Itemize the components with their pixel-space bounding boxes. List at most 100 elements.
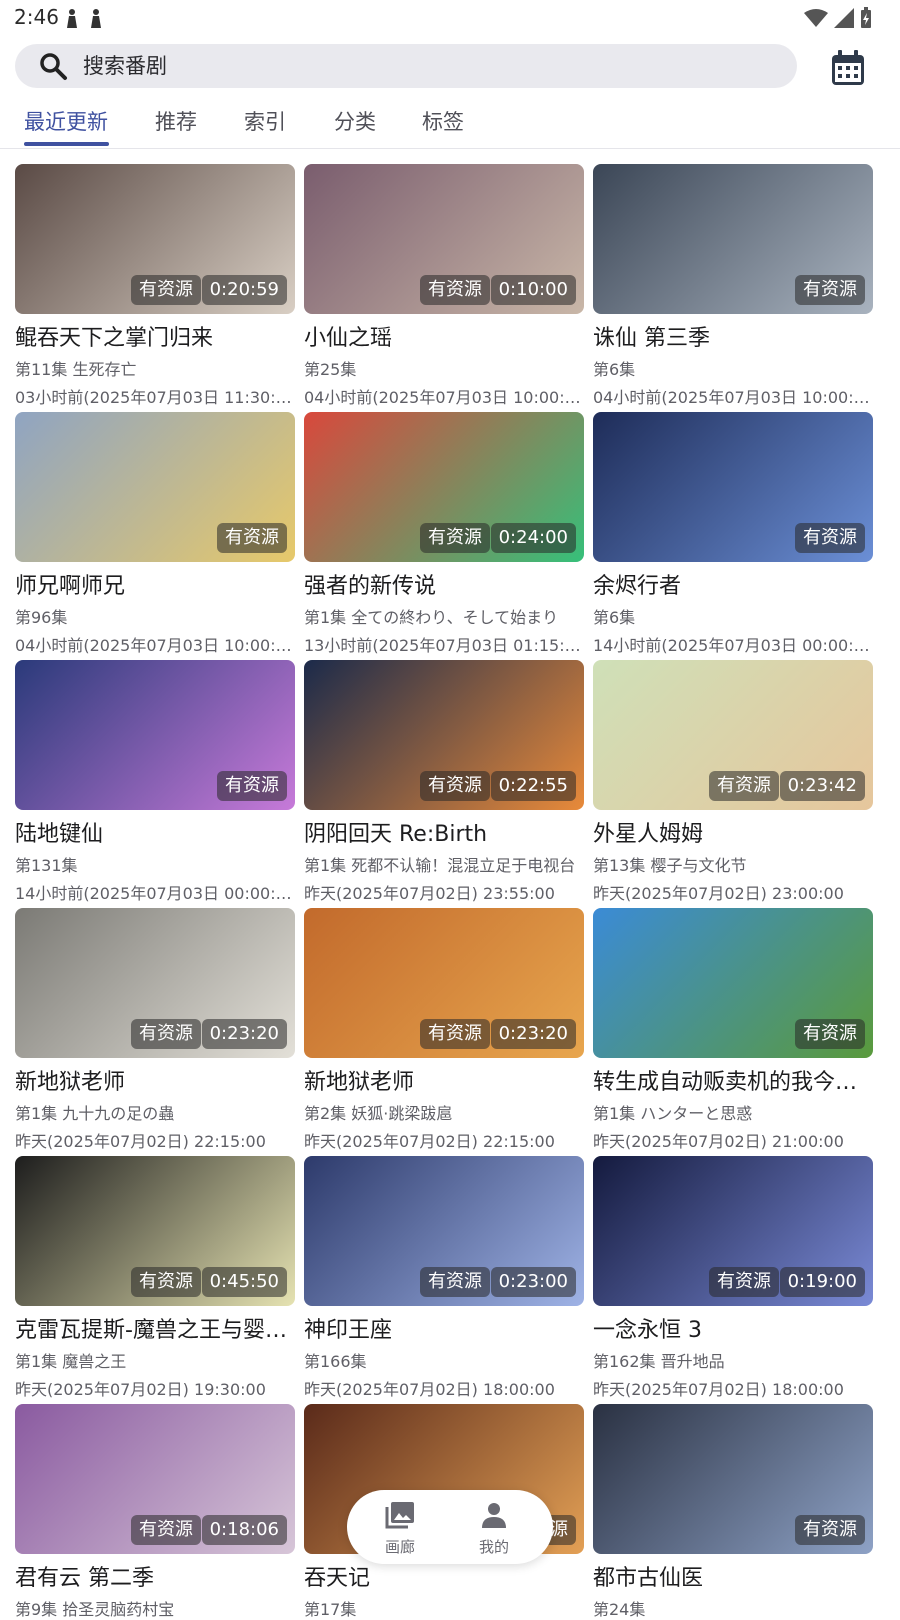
update-time: 昨天(2025年07月02日) 22:15:00 [304,1132,555,1151]
anime-thumbnail: 0:45:50 有资源 [15,1156,295,1306]
duration-badge: 0:19:00 [779,1267,865,1297]
update-time: 昨天(2025年07月02日) 21:00:00 [593,1132,844,1151]
search-bar[interactable] [15,44,797,88]
anime-title: 诛仙 第三季 [593,326,710,351]
anime-card[interactable]: 有资源 陆地键仙 第131集 14小时前(2025年07月03日 00:00:00) [15,660,295,904]
anime-card[interactable]: 0:23:00 有资源 神印王座 第166集 昨天(2025年07月02日) 18:00… [304,1156,584,1400]
wifi-icon [804,9,828,27]
resource-badge: 有资源 [420,1267,490,1297]
anime-thumbnail: 有资源 [593,1404,873,1554]
resource-badge: 有资源 [420,1019,490,1049]
anime-title: 都市古仙医 [593,1566,704,1591]
update-time: 昨天(2025年07月02日) 18:00:00 [304,1380,555,1399]
anime-title: 吞天记 [304,1566,371,1591]
anime-thumbnail: 有资源 [593,164,873,314]
anime-title: 余烬行者 [593,574,682,599]
update-time: 昨天(2025年07月02日) 18:00:00 [593,1380,844,1399]
tab-category[interactable]: 分类 [334,106,376,136]
status-time: 2:46 [14,5,59,29]
anime-thumbnail: 0:23:42 有资源 [593,660,873,810]
anime-card[interactable]: 0:23:20 有资源 新地狱老师 第2集 妖狐·跳梁跋扈 昨天(2025年07月02日… [304,908,584,1152]
resource-badge: 有资源 [131,1267,201,1297]
duration-badge: 0:18:06 [201,1515,287,1545]
anime-card[interactable]: 有资源 师兄啊师兄 第96集 04小时前(2025年07月03日 10:00:00) [15,412,295,656]
episode-info: 第2集 妖狐·跳梁跋扈 [304,1104,453,1123]
anime-title: 转生成自动贩卖机的我今天也在迷宫徘徊 [593,1070,873,1095]
tab-recommend[interactable]: 推荐 [155,106,197,136]
anime-card[interactable]: 0:22:55 有资源 阴阳回天 Re:Birth 第1集 死都不认输！混混立足于电视… [304,660,584,904]
anime-card[interactable]: 0:24:00 有资源 强者的新传说 第1集 全ての終わり、そして始まり 13小时前(2… [304,412,584,656]
tab-tags[interactable]: 标签 [422,106,464,136]
episode-info: 第166集 [304,1352,367,1371]
calendar-icon[interactable] [828,48,868,88]
tab-indicator [24,142,109,146]
episode-info: 第1集 九十九の足の蟲 [15,1104,175,1123]
anime-title: 一念永恒 3 [593,1318,702,1343]
nav-mine[interactable]: 我的 [459,1500,529,1557]
anime-title: 小仙之瑶 [304,326,393,351]
system-icons [804,7,872,29]
duration-badge: 0:24:00 [490,523,576,553]
anime-title: 鲲吞天下之掌门归来 [15,326,214,351]
anime-title: 师兄啊师兄 [15,574,126,599]
anime-title: 强者的新传说 [304,574,437,599]
anime-thumbnail: 0:23:00 有资源 [304,1156,584,1306]
episode-info: 第13集 樱子与文化节 [593,856,747,875]
duration-badge: 0:10:00 [490,275,576,305]
nav-gallery-label: 画廊 [384,1538,415,1556]
update-time: 03小时前(2025年07月03日 11:30:00) [15,388,295,407]
anime-title: 陆地键仙 [15,822,104,847]
episode-info: 第11集 生死存亡 [15,360,137,379]
anime-card[interactable]: 0:20:59 有资源鲲吞天下之掌门归来第11集 生死存亡 03小时前(2025年0… [15,164,295,408]
search-row [0,44,900,90]
resource-badge: 有资源 [420,771,490,801]
nav-gallery[interactable]: 画廊 [365,1500,435,1557]
resource-badge: 有资源 [131,1515,201,1545]
anime-thumbnail: 0:23:20 有资源 [15,908,295,1058]
anime-card[interactable]: 0:23:20 有资源新地狱老师第1集 九十九の足の蟲昨天(2025年07月02日… [15,908,295,1152]
resource-badge: 有资源 [709,771,779,801]
anime-title: 君有云 第二季 [15,1566,154,1591]
anime-card[interactable]: 0:23:42 有资源 外星人姆姆 第13集 樱子与文化节 昨天(2025年07月02日… [593,660,873,904]
anime-thumbnail: 0:18:06 有资源 [15,1404,295,1554]
anime-title: 新地狱老师 [15,1070,126,1095]
update-time: 昨天(2025年07月02日) 23:55:00 [304,884,555,903]
anime-card[interactable]: 0:18:06 有资源 君有云 第二季 第9集 拾圣灵脑药村宝 [15,1404,295,1620]
anime-thumbnail: 0:10:00 有资源 [304,164,584,314]
anime-thumbnail: 有资源 [593,412,873,562]
search-icon [40,53,67,80]
tab-recent-updates[interactable]: 最近更新 [24,106,108,136]
anime-card[interactable]: 0:19:00 有资源 一念永恒 3 第162集 晋升地品 昨天(2025年07月02日… [593,1156,873,1400]
episode-info: 第1集 ハンターと思惑 [593,1104,753,1123]
anime-thumbnail: 0:23:20 有资源 [304,908,584,1058]
resource-badge: 有资源 [795,1515,865,1545]
bottom-nav: 画廊 我的 [347,1490,553,1564]
anime-card[interactable]: 有资源诛仙 第三季第6集 04小时前(2025年07月03日 10:00:00) [593,164,873,408]
tab-bar: 最近更新 推荐 索引 分类 标签 [0,98,900,149]
duration-badge: 0:20:59 [201,275,287,305]
episode-info: 第1集 死都不认输！混混立足于电视台 [304,856,576,875]
tab-index[interactable]: 索引 [244,106,286,136]
update-time: 昨天(2025年07月02日) 23:00:00 [593,884,844,903]
resource-badge: 有资源 [795,1019,865,1049]
gallery-icon [385,1502,414,1529]
anime-card[interactable]: 0:10:00 有资源 小仙之瑶 第25集 04小时前(2025年07月03日 10:0… [304,164,584,408]
update-time: 14小时前(2025年07月03日 00:00:00) [15,884,295,903]
figure-notification-icon [67,9,77,28]
search-input[interactable] [81,53,725,79]
anime-card[interactable]: 有资源转生成自动贩卖机的我今天也在迷宫徘徊第1集 ハンターと思惑昨天(2025年… [593,908,873,1152]
update-time: 昨天(2025年07月02日) 22:15:00 [15,1132,266,1151]
episode-info: 第1集 全ての終わり、そして始まり [304,608,559,627]
notification-icons [64,8,104,28]
anime-card[interactable]: 有资源 都市古仙医 第24集 [593,1404,873,1620]
update-time: 04小时前(2025年07月03日 10:00:00) [15,636,295,655]
anime-title: 阴阳回天 Re:Birth [304,822,488,847]
person-icon [482,1503,506,1528]
episode-info: 第6集 [593,360,636,379]
anime-card[interactable]: 0:45:50有资源克雷瓦提斯-魔兽之王与婴儿和尸之勇者第1集 魔兽之王昨天(2… [15,1156,295,1400]
update-time: 04小时前(2025年07月03日 10:00:00) [593,388,873,407]
anime-thumbnail: 0:24:00 有资源 [304,412,584,562]
anime-thumbnail: 0:20:59 有资源 [15,164,295,314]
anime-card[interactable]: 有资源 余烬行者 第6集 14小时前(2025年07月03日 00:00:00) [593,412,873,656]
duration-badge: 0:23:00 [490,1267,576,1297]
